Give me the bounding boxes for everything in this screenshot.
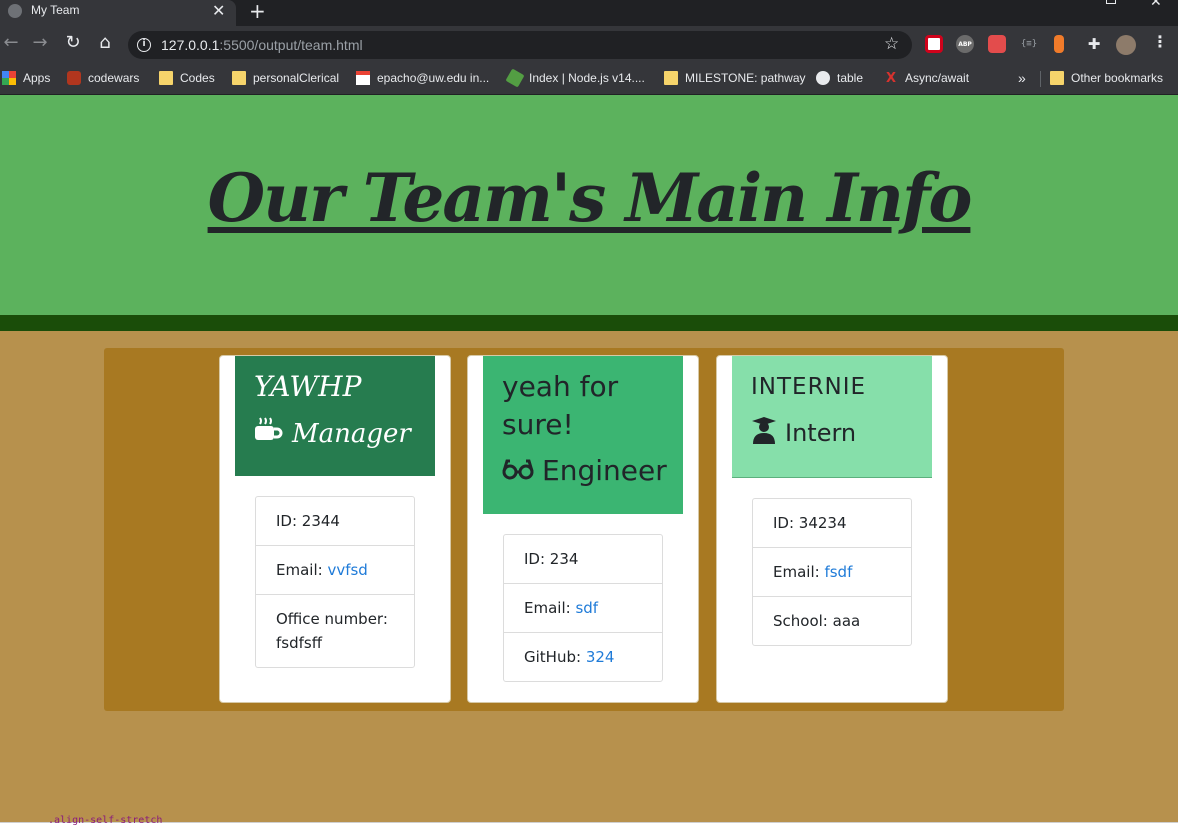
bookmark-async-await[interactable]: X Async/await (884, 69, 969, 87)
card-header: yeah for sure! Engineer (483, 356, 683, 514)
more-bookmarks-chevron-icon[interactable]: » (1018, 69, 1026, 87)
adblock-icon[interactable]: ABP (956, 35, 974, 53)
gmail-icon (356, 71, 370, 85)
employee-name: INTERNIE (751, 374, 867, 400)
home-icon[interactable]: ⌂ (94, 32, 116, 53)
list-item-github: GitHub: 324 (504, 632, 662, 681)
tab-my-team[interactable]: My Team ✕ (0, 0, 236, 26)
employee-role: Manager (254, 416, 411, 451)
email-link[interactable]: fsdf (824, 563, 852, 581)
list-item-id: ID: 34234 (773, 514, 847, 532)
email-link[interactable]: sdf (575, 599, 598, 617)
bookmark-apps[interactable]: Apps (2, 69, 50, 87)
back-icon[interactable]: ← (0, 32, 22, 53)
glasses-icon (502, 454, 534, 487)
folder-icon (664, 71, 678, 85)
bookmark-personal-clerical[interactable]: personalClerical (232, 69, 339, 87)
info-list: ID: 34234 Email: fsdf School: aaa (752, 498, 912, 646)
list-item-email: Email: vvfsd (256, 545, 414, 594)
bookmark-codewars[interactable]: codewars (67, 69, 139, 87)
employee-role: Engineer (502, 454, 667, 487)
folder-icon (159, 71, 173, 85)
nodejs-icon (505, 68, 525, 88)
close-window-icon[interactable]: ✕ (1150, 0, 1162, 10)
url-text[interactable]: 127.0.0.1:5500/output/team.html (161, 37, 363, 53)
bookmark-star-icon[interactable]: ☆ (884, 34, 899, 54)
bookmark-github-table[interactable]: table (816, 69, 863, 87)
bookmark-milestone[interactable]: MILESTONE: pathway (664, 69, 806, 87)
site-info-icon[interactable]: i (137, 38, 151, 52)
extension-shield-icon[interactable] (925, 35, 943, 53)
page-viewport: Our Team's Main Info YAWHP Manager ID: 2… (0, 95, 1178, 822)
info-list: ID: 2344 Email: vvfsd Office number: fsd… (255, 496, 415, 668)
graduate-icon (751, 416, 777, 450)
extension-json-icon[interactable]: {≡} (1020, 35, 1038, 53)
codewars-icon (67, 71, 81, 85)
list-item-id: ID: 234 (524, 550, 579, 568)
devtools-panel-edge (0, 822, 1178, 827)
github-icon (816, 71, 830, 85)
devtools-css-rule: .align-self-stretch (48, 815, 163, 826)
extension-video-icon[interactable] (988, 35, 1006, 53)
card-header: INTERNIE Intern (732, 356, 932, 478)
new-tab-button[interactable]: + (249, 0, 266, 23)
forward-icon[interactable]: → (29, 32, 51, 53)
maximize-window-icon[interactable] (1106, 0, 1116, 4)
list-item-office: Office number: fsdfsff (256, 594, 414, 667)
bookmark-codes[interactable]: Codes (159, 69, 215, 87)
jumbotron-header: Our Team's Main Info (0, 95, 1178, 315)
folder-icon (1050, 71, 1064, 85)
list-item-email: Email: sdf (504, 583, 662, 632)
info-list: ID: 234 Email: sdf GitHub: 324 (503, 534, 663, 682)
header-divider-bar (0, 315, 1178, 331)
globe-icon (8, 4, 22, 18)
list-item-email: Email: fsdf (753, 547, 911, 596)
async-icon: X (885, 71, 897, 86)
tab-strip: My Team ✕ + ✕ (0, 0, 1178, 26)
employee-name: yeah for sure! (502, 370, 619, 441)
github-link[interactable]: 324 (586, 648, 615, 666)
employee-card-manager: YAWHP Manager ID: 2344 Email: vvfsd Offi… (219, 355, 451, 703)
bookmark-separator (1040, 71, 1041, 87)
bookmarks-bar: Apps codewars Codes personalClerical epa… (0, 62, 1178, 95)
browser-toolbar: ← → ↻ ⌂ i 127.0.0.1:5500/output/team.htm… (0, 26, 1178, 62)
folder-icon (232, 71, 246, 85)
reload-icon[interactable]: ↻ (62, 32, 84, 53)
other-bookmarks[interactable]: Other bookmarks (1050, 69, 1163, 87)
close-tab-icon[interactable]: ✕ (212, 1, 225, 20)
extension-bookmark-icon[interactable] (1054, 35, 1064, 53)
employee-card-intern: INTERNIE Intern ID: 34234 Email: fsdf Sc… (716, 355, 948, 703)
page-title: Our Team's Main Info (207, 159, 973, 237)
apps-grid-icon (2, 71, 16, 85)
employee-role: Intern (751, 416, 856, 450)
list-item-school: School: aaa (753, 596, 911, 645)
bookmark-nodejs[interactable]: Index | Node.js v14.... (505, 68, 645, 88)
coffee-mug-icon (254, 416, 284, 451)
card-header: YAWHP Manager (235, 356, 435, 476)
address-bar[interactable]: i 127.0.0.1:5500/output/team.html ☆ (128, 31, 912, 59)
list-item-id: ID: 2344 (276, 512, 340, 530)
tab-title: My Team (31, 3, 80, 17)
email-link[interactable]: vvfsd (327, 561, 367, 579)
bookmark-gmail[interactable]: epacho@uw.edu in... (356, 69, 489, 87)
employee-card-engineer: yeah for sure! Engineer ID: 234 Email: s… (467, 355, 699, 703)
extensions-puzzle-icon[interactable]: ✚ (1085, 35, 1103, 53)
employee-name: YAWHP (254, 370, 362, 403)
menu-kebab-icon[interactable]: ⋮ (1152, 32, 1168, 51)
profile-avatar-icon[interactable] (1116, 35, 1136, 55)
